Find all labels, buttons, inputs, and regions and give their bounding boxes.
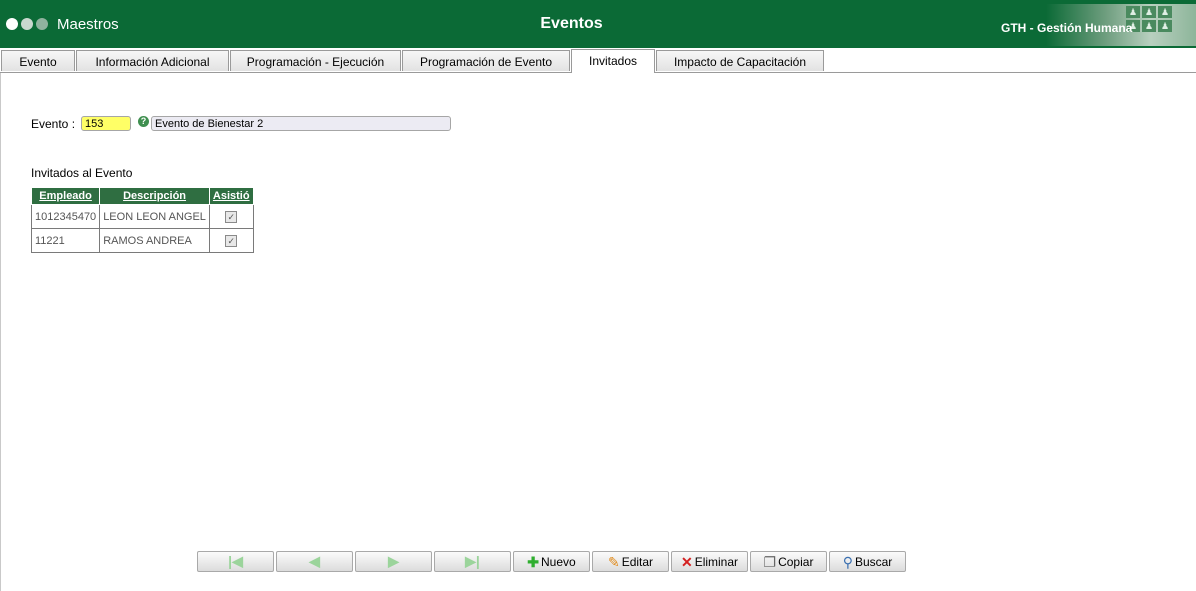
last-icon: ▶|	[465, 553, 480, 569]
column-header-asistio[interactable]: Asistió	[208, 188, 254, 205]
copy-icon: ❐	[763, 553, 777, 570]
content-border	[0, 73, 1, 591]
nuevo-button[interactable]: ✚ Nuevo	[513, 551, 590, 572]
guests-section-title: Invitados al Evento	[31, 166, 133, 180]
editar-button[interactable]: ✎ Editar	[592, 551, 669, 572]
plus-icon: ✚	[527, 553, 540, 570]
cell-descripcion: RAMOS ANDREA	[99, 228, 210, 253]
cell-descripcion: LEON LEON ANGEL	[99, 204, 210, 229]
x-icon: ✕	[680, 553, 693, 570]
tab-invitados[interactable]: Invitados	[571, 49, 655, 73]
last-record-button[interactable]: ▶|	[434, 551, 511, 572]
search-icon: ⚲	[842, 553, 853, 570]
record-toolbar: |◀ ◀ ▶ ▶| ✚ Nuevo ✎ Editar ✕ Eliminar ❐ Copi…	[197, 551, 906, 572]
help-icon[interactable]: ?	[138, 116, 149, 127]
top-bar: Maestros Eventos ♟ ♟ ♟ ♟ ♟ ♟ GTH - Gesti…	[0, 0, 1196, 48]
person-icon: ♟	[1142, 20, 1156, 32]
app-name: GTH - Gestión Humana	[1001, 21, 1133, 35]
nuevo-label: Nuevo	[541, 554, 576, 569]
first-record-button[interactable]: |◀	[197, 551, 274, 572]
tab-programacion-ejecucion[interactable]: Programación - Ejecución	[230, 50, 401, 71]
guests-table: Empleado Descripción Asistió 1012345470 …	[30, 188, 254, 253]
eliminar-button[interactable]: ✕ Eliminar	[671, 551, 748, 572]
previous-record-button[interactable]: ◀	[276, 551, 353, 572]
evento-description-field	[151, 116, 451, 131]
copiar-label: Copiar	[778, 554, 814, 569]
tab-evento[interactable]: Evento	[1, 50, 75, 71]
person-icon: ♟	[1126, 6, 1140, 18]
asistio-checkbox[interactable]: ✓	[225, 234, 238, 247]
cell-empleado: 1012345470	[30, 204, 101, 229]
evento-label: Evento :	[31, 117, 76, 131]
editar-label: Editar	[621, 554, 654, 569]
person-icon: ♟	[1158, 20, 1172, 32]
next-icon: ▶	[388, 553, 399, 569]
cell-asistio: ✓	[208, 228, 254, 253]
tab-impacto-de-capacitacion[interactable]: Impacto de Capacitación	[656, 50, 824, 71]
table-row[interactable]: 11221 RAMOS ANDREA ✓	[30, 228, 254, 253]
person-icon: ♟	[1142, 6, 1156, 18]
people-icon-grid: ♟ ♟ ♟ ♟ ♟ ♟	[1126, 6, 1172, 32]
column-header-descripcion[interactable]: Descripción	[99, 188, 210, 205]
table-row[interactable]: 1012345470 LEON LEON ANGEL ✓	[30, 204, 254, 229]
page-title: Eventos	[540, 15, 603, 32]
buscar-button[interactable]: ⚲ Buscar	[829, 551, 906, 572]
cell-empleado: 11221	[30, 228, 101, 253]
buscar-label: Buscar	[854, 554, 893, 569]
evento-code-input[interactable]	[81, 116, 131, 131]
prev-icon: ◀	[309, 553, 320, 569]
eliminar-label: Eliminar	[694, 554, 739, 569]
pencil-icon: ✎	[607, 553, 620, 570]
tab-programacion-de-evento[interactable]: Programación de Evento	[402, 50, 570, 71]
next-record-button[interactable]: ▶	[355, 551, 432, 572]
cell-asistio: ✓	[208, 204, 254, 229]
asistio-checkbox[interactable]: ✓	[225, 210, 238, 223]
person-icon: ♟	[1158, 6, 1172, 18]
first-icon: |◀	[228, 553, 243, 569]
copiar-button[interactable]: ❐ Copiar	[750, 551, 827, 572]
tab-informacion-adicional[interactable]: Información Adicional	[76, 50, 229, 71]
column-header-empleado[interactable]: Empleado	[30, 188, 101, 205]
